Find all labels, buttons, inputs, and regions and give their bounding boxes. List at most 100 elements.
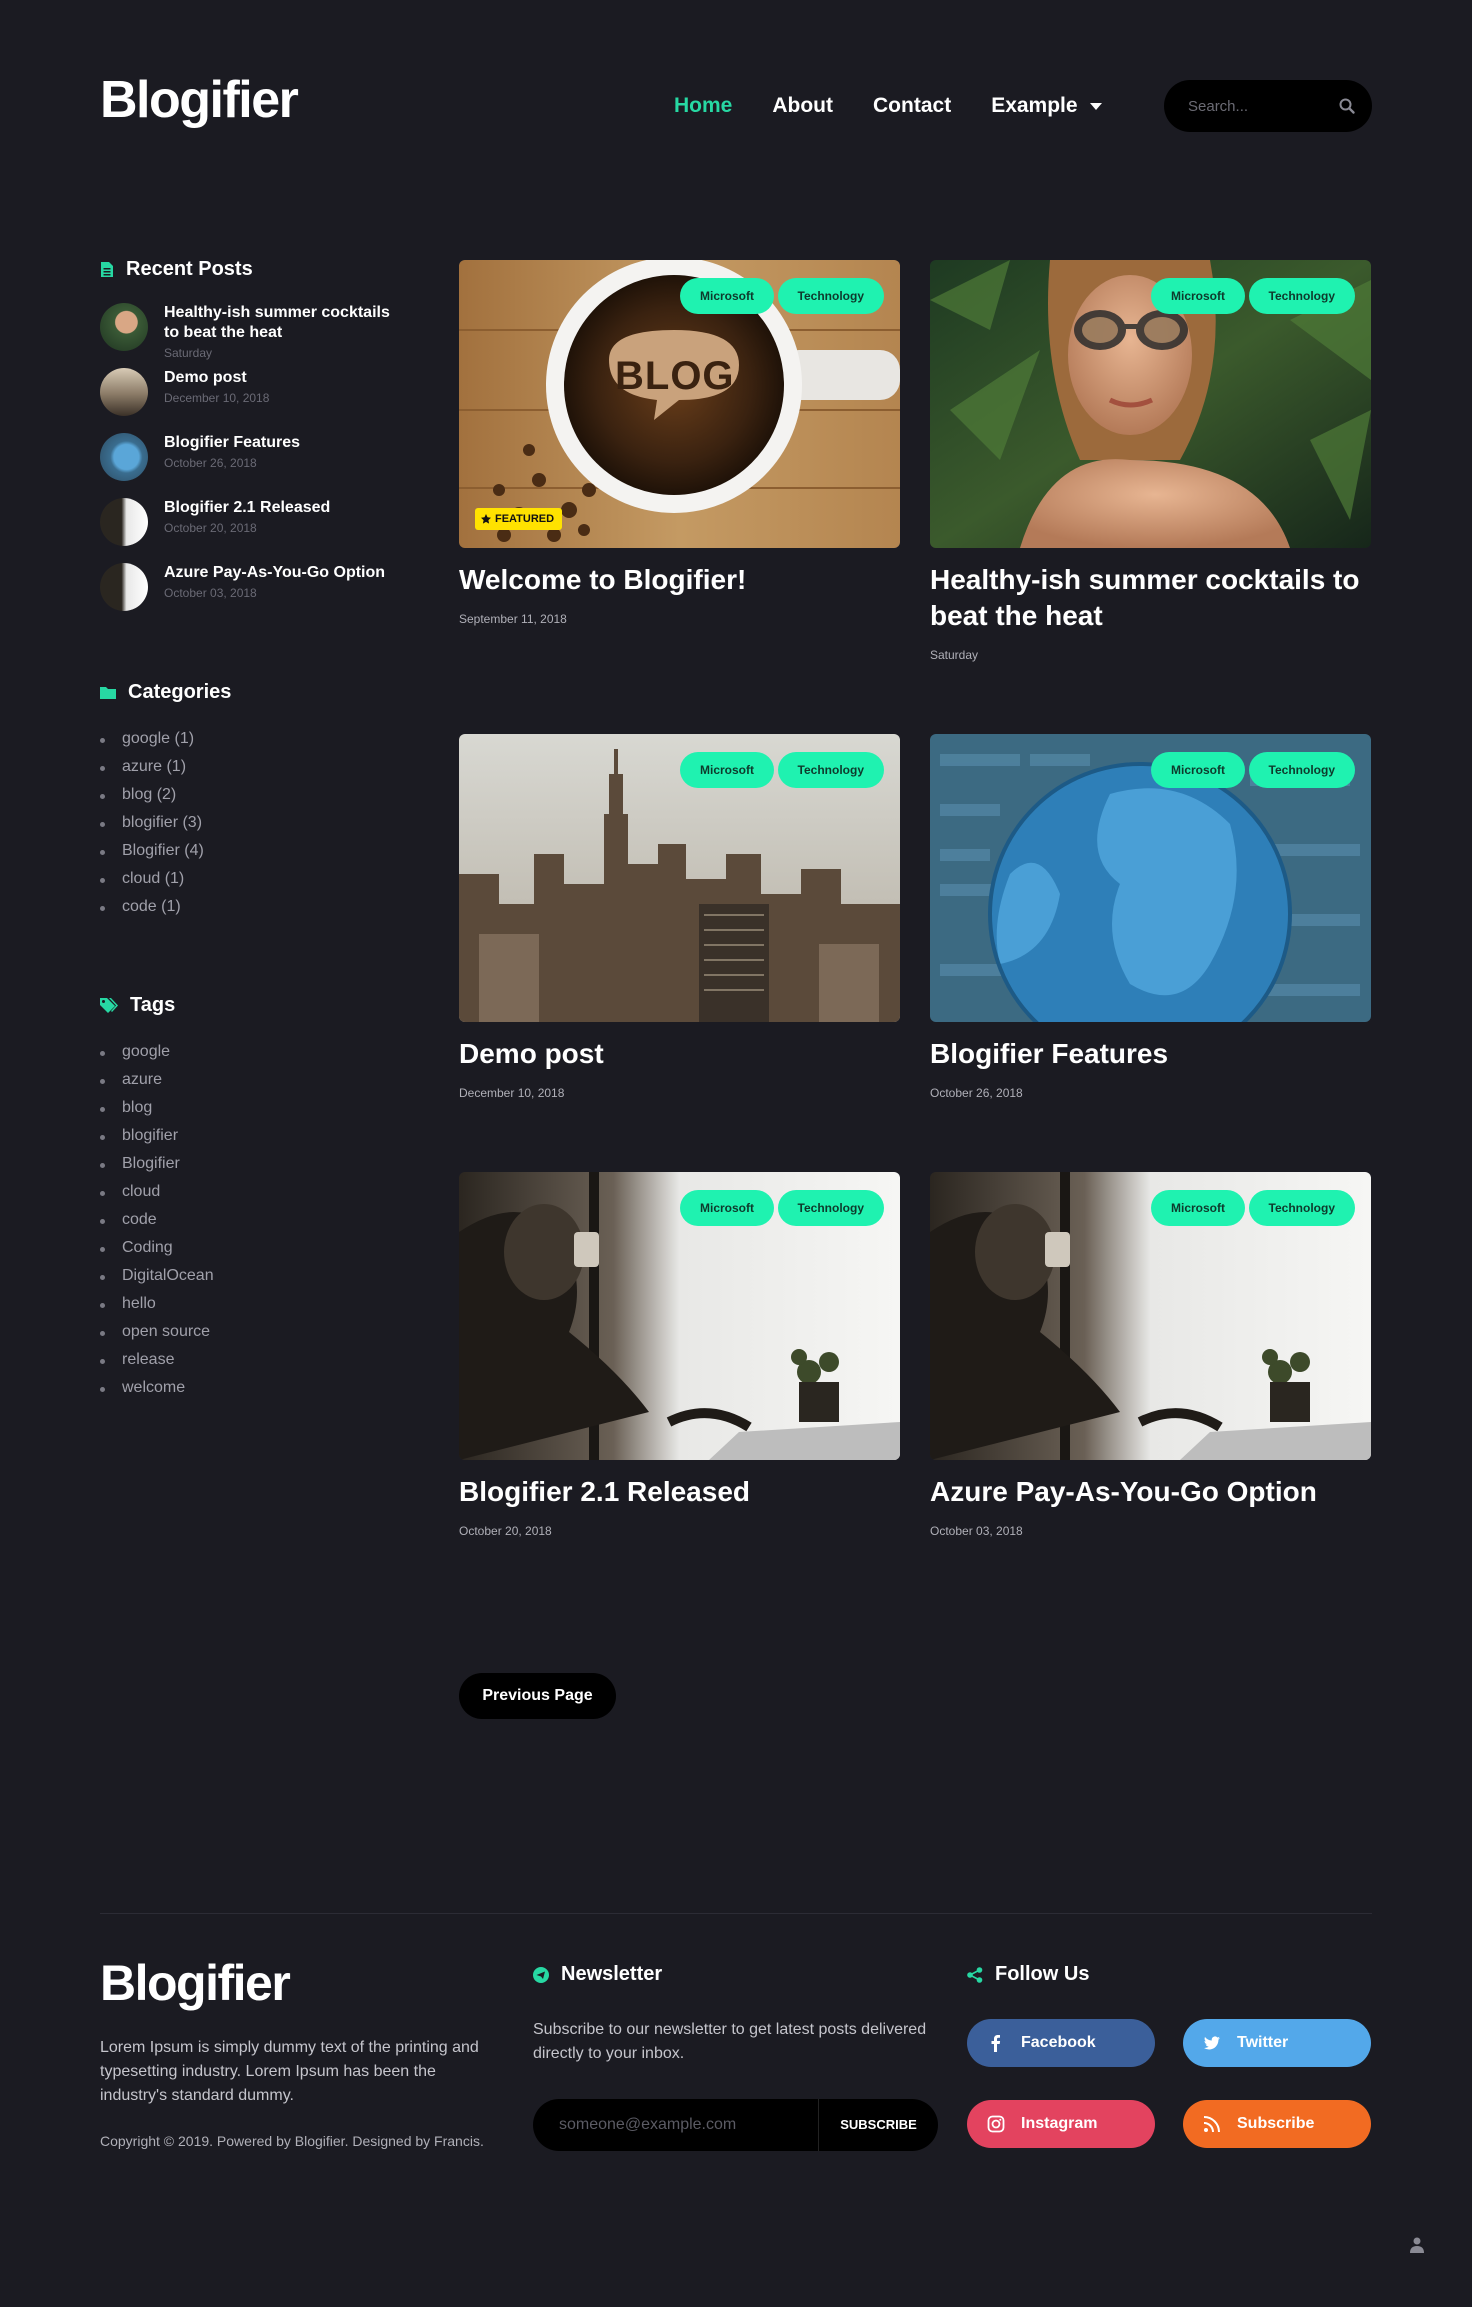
star-icon [481,514,491,524]
tag-link[interactable]: google [100,1043,400,1071]
nav-example-dropdown[interactable]: Example [991,94,1102,118]
post-date: Saturday [930,648,979,662]
search-input[interactable] [1188,80,1328,132]
badge-technology[interactable]: Technology [777,1190,884,1226]
badge-technology[interactable]: Technology [1248,1190,1355,1226]
footer-copyright: Copyright © 2019. Powered by Blogifier. … [100,2133,484,2149]
categories-title: Categories [128,681,232,703]
badge-microsoft[interactable]: Microsoft [680,752,774,788]
badge-technology[interactable]: Technology [777,752,884,788]
post-image-coffee-blog[interactable]: BLOG Microsoft Technology FEATURED [459,260,900,548]
user-icon[interactable] [1410,2237,1424,2253]
newsletter-description: Subscribe to our newsletter to get lates… [533,2021,927,2062]
follow-us-heading: Follow Us [967,1963,1089,1986]
recent-post-title[interactable]: Blogifier 2.1 Released [164,498,394,518]
badge-technology[interactable]: Technology [1248,278,1355,314]
tag-link[interactable]: hello [100,1295,400,1323]
tag-link[interactable]: open source [100,1323,400,1351]
rss-subscribe-label: Subscribe [1237,2115,1315,2132]
follow-us-title: Follow Us [995,1963,1090,1985]
instagram-button[interactable]: Instagram [967,2100,1155,2148]
tag-link[interactable]: cloud [100,1183,400,1211]
badge-microsoft[interactable]: Microsoft [1151,278,1245,314]
post-date: December 10, 2018 [459,1086,565,1100]
blog-image-text: BLOG [615,354,735,398]
category-link[interactable]: code (1) [100,898,400,926]
tag-link[interactable]: Blogifier [100,1155,400,1183]
nav-contact[interactable]: Contact [873,94,951,118]
recent-post-title[interactable]: Healthy-ish summer cocktails to beat the… [164,303,394,343]
newsletter-email-input[interactable] [559,2099,809,2151]
footer-divider [100,1913,1372,1914]
search-icon[interactable] [1338,97,1356,115]
site-logo[interactable]: Blogifier [100,74,299,126]
newsletter-form: SUBSCRIBE [533,2099,938,2151]
badge-technology[interactable]: Technology [777,278,884,314]
badge-microsoft[interactable]: Microsoft [680,1190,774,1226]
twitter-button[interactable]: Twitter [1183,2019,1371,2067]
badge-microsoft[interactable]: Microsoft [1151,752,1245,788]
recent-post-thumbnail [100,498,148,546]
nav-about[interactable]: About [772,94,833,118]
recent-post-title[interactable]: Azure Pay-As-You-Go Option [164,563,394,583]
newsletter-title: Newsletter [561,1963,663,1985]
post-title[interactable]: Blogifier Features [930,1036,1371,1072]
footer-logo[interactable]: Blogifier [100,1958,291,2008]
post-image-city-skyline[interactable]: Microsoft Technology [459,734,900,1022]
categories-heading: Categories [100,681,400,704]
post-title[interactable]: Demo post [459,1036,900,1072]
tag-link[interactable]: blog [100,1099,400,1127]
tag-link[interactable]: DigitalOcean [100,1267,400,1295]
post-date: September 11, 2018 [459,612,567,626]
tags-title: Tags [130,994,176,1016]
recent-post-thumbnail [100,433,148,481]
badge-technology[interactable]: Technology [1248,752,1355,788]
badge-microsoft[interactable]: Microsoft [680,278,774,314]
instagram-icon [987,2115,1005,2133]
post-title[interactable]: Healthy-ish summer cocktails to beat the… [930,562,1371,634]
twitter-icon [1204,2036,1220,2050]
tag-link[interactable]: welcome [100,1379,400,1407]
category-link[interactable]: Blogifier (4) [100,842,400,870]
category-link[interactable]: azure (1) [100,758,400,786]
post-title[interactable]: Azure Pay-As-You-Go Option [930,1474,1371,1510]
badge-microsoft[interactable]: Microsoft [1151,1190,1245,1226]
nav-example-label: Example [991,94,1078,117]
category-link[interactable]: cloud (1) [100,870,400,898]
previous-page-button[interactable]: Previous Page [459,1673,616,1719]
category-link[interactable]: blog (2) [100,786,400,814]
post-card: BLOG Microsoft Technology FEATURED Welco… [459,260,900,626]
post-image-woman-laptop[interactable]: Microsoft Technology [459,1172,900,1460]
recent-post-item[interactable]: Healthy-ish summer cocktails to beat the… [100,303,400,360]
subscribe-button[interactable]: SUBSCRIBE [818,2099,938,2151]
recent-post-date: Saturday [164,346,213,360]
category-link[interactable]: google (1) [100,730,400,758]
post-image-woman-laptop[interactable]: Microsoft Technology [930,1172,1371,1460]
recent-post-item[interactable]: Demo post December 10, 2018 [100,368,400,416]
search-box [1164,80,1372,132]
post-image-woman-sunglasses[interactable]: Microsoft Technology [930,260,1371,548]
tag-link[interactable]: code [100,1211,400,1239]
recent-post-item[interactable]: Blogifier Features October 26, 2018 [100,433,400,481]
recent-post-date: October 03, 2018 [164,586,257,600]
tag-link[interactable]: azure [100,1071,400,1099]
tag-link[interactable]: blogifier [100,1127,400,1155]
recent-post-thumbnail [100,368,148,416]
rss-icon [1203,2116,1220,2133]
tag-link[interactable]: Coding [100,1239,400,1267]
recent-post-item[interactable]: Blogifier 2.1 Released October 20, 2018 [100,498,400,546]
rss-subscribe-button[interactable]: Subscribe [1183,2100,1371,2148]
post-image-globe-market[interactable]: Microsoft Technology [930,734,1371,1022]
post-card: Microsoft Technology Demo post December … [459,734,900,1100]
tag-link[interactable]: release [100,1351,400,1379]
post-title[interactable]: Blogifier 2.1 Released [459,1474,900,1510]
recent-post-title[interactable]: Demo post [164,368,394,388]
facebook-button[interactable]: Facebook [967,2019,1155,2067]
post-title[interactable]: Welcome to Blogifier! [459,562,900,598]
category-link[interactable]: blogifier (3) [100,814,400,842]
recent-post-title[interactable]: Blogifier Features [164,433,394,453]
nav-home[interactable]: Home [674,94,732,118]
send-icon [533,1966,549,1983]
recent-post-item[interactable]: Azure Pay-As-You-Go Option October 03, 2… [100,563,400,611]
post-date: October 20, 2018 [459,1524,552,1538]
